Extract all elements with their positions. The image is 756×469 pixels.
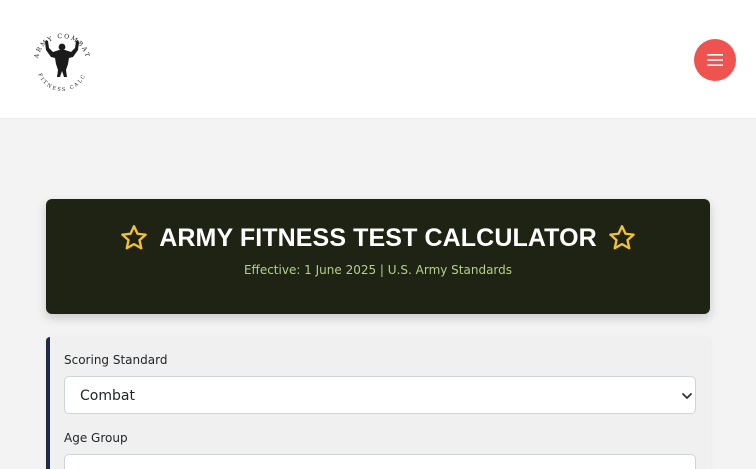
age-group-select[interactable] (64, 454, 696, 469)
bodybuilder-silhouette-icon: ARMY COMBAT FITNESS CALC (33, 33, 89, 94)
scoring-standard-select[interactable]: Combat (64, 376, 696, 414)
logo-arc-bottom-text: FITNESS CALC (36, 73, 85, 94)
star-outline-icon (608, 225, 635, 250)
hero-title-row: ARMY FITNESS TEST CALCULATOR (46, 221, 710, 255)
scoring-standard-label: Scoring Standard (64, 353, 168, 367)
svg-text:FITNESS CALC: FITNESS CALC (36, 73, 87, 94)
site-logo[interactable]: ARMY COMBAT FITNESS CALC (28, 26, 96, 94)
site-header: ARMY COMBAT FITNESS CALC (0, 0, 756, 119)
hamburger-menu-button[interactable] (694, 39, 736, 81)
hamburger-menu-icon (707, 54, 723, 66)
chevron-down-icon (682, 393, 692, 399)
effective-date-subtitle: Effective: 1 June 2025 | U.S. Army Stand… (243, 263, 513, 277)
page-title: ARMY FITNESS TEST CALCULATOR (159, 223, 597, 252)
calculator-hero-banner: ARMY FITNESS TEST CALCULATOR Effective: … (46, 199, 710, 314)
age-group-label: Age Group (64, 431, 128, 445)
star-outline-icon (121, 225, 148, 250)
scoring-standard-value: Combat (80, 388, 135, 404)
calculator-form-card: Scoring Standard Combat Age Group (46, 337, 710, 469)
